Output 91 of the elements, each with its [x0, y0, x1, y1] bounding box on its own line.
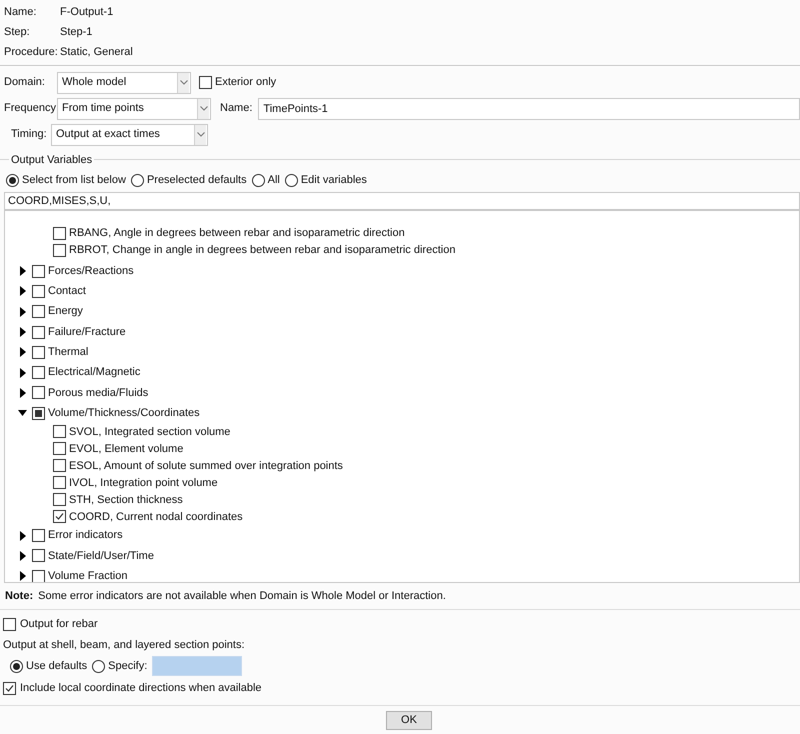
tree-item[interactable]: COORD, Current nodal coordinates: [69, 508, 243, 526]
checkbox[interactable]: [53, 476, 66, 490]
name-field[interactable]: TimePoints-1: [258, 98, 800, 120]
dropdown[interactable]: Whole model: [57, 72, 191, 94]
tree-item[interactable]: Thermal: [48, 344, 88, 361]
note-label: Note:: [5, 588, 34, 604]
tree-item[interactable]: EVOL, Element volume: [69, 440, 184, 458]
tree-item[interactable]: Forces/Reactions: [48, 262, 134, 280]
caret-icon[interactable]: [18, 368, 27, 378]
caret-icon[interactable]: [18, 266, 27, 276]
tree-item[interactable]: Contact: [48, 283, 86, 300]
field-label: Domain:: [4, 75, 46, 90]
tree-item[interactable]: ESOL, Amount of solute summed over integration points: [69, 458, 343, 474]
field-label: Timing:: [11, 127, 48, 142]
checkbox[interactable]: [32, 406, 45, 420]
caret-icon[interactable]: [18, 286, 27, 296]
chevron-down-icon: [196, 132, 204, 137]
field-label: Step:: [4, 24, 31, 40]
checkbox[interactable]: [53, 493, 66, 506]
tree-item[interactable]: Volume Fraction: [48, 568, 128, 582]
radio-label: Edit variables: [300, 172, 367, 188]
checkbox[interactable]: [3, 618, 16, 630]
checkbox[interactable]: [32, 570, 45, 582]
tree-item[interactable]: RBANG, Angle in degrees between rebar and isoparametric direction: [69, 225, 405, 242]
field-value: Step-1: [60, 24, 92, 40]
checkbox-label: Exterior only: [215, 75, 276, 90]
checkbox[interactable]: [32, 366, 45, 380]
tree-item[interactable]: Volume/Thickness/Coordinates: [48, 404, 200, 422]
checkbox-label: Include local coordinate directions when available: [20, 680, 262, 696]
radio-button[interactable]: [10, 660, 23, 672]
caret-icon[interactable]: [18, 571, 27, 582]
caret-icon[interactable]: [18, 347, 27, 358]
tree-item[interactable]: State/Field/User/Time: [48, 548, 154, 564]
checkbox[interactable]: [53, 459, 66, 472]
ok-button[interactable]: OK: [386, 711, 432, 730]
checkbox[interactable]: [32, 386, 45, 400]
tree-item[interactable]: Porous media/Fluids: [48, 384, 148, 402]
checkbox-label: Output for rebar: [20, 616, 98, 632]
section-label: Output at shell, beam, and layered section points:: [2, 638, 246, 653]
tree-item[interactable]: RBROT, Change in angle in degrees between rebar and isoparametric direction: [69, 242, 456, 259]
tree-item[interactable]: Energy: [48, 303, 83, 320]
checkbox[interactable]: [53, 425, 66, 438]
tree-item[interactable]: IVOL, Integration point volume: [69, 474, 218, 492]
radio-label: Specify:: [108, 658, 148, 674]
field-label: Procedure:: [4, 44, 59, 60]
checkbox[interactable]: [53, 510, 66, 524]
variables-field[interactable]: COORD,MISES,S,U,: [4, 192, 800, 210]
tree-item[interactable]: SVOL, Integrated section volume: [69, 424, 230, 440]
note-text: Some error indicators are not available when Domain is Whole Model or Interaction.: [38, 588, 446, 604]
radio-label: All: [268, 172, 280, 188]
field-value: Static, General: [60, 44, 133, 60]
caret-icon[interactable]: [18, 306, 27, 317]
field-label: Name:: [4, 4, 38, 20]
dropdown[interactable]: From time points: [57, 98, 211, 120]
checkbox[interactable]: [32, 529, 45, 542]
checkbox[interactable]: [32, 305, 45, 318]
radio-button[interactable]: [130, 174, 144, 186]
chevron-down-icon: [180, 80, 188, 85]
checkbox[interactable]: [199, 76, 212, 89]
radio-button[interactable]: [6, 174, 19, 186]
tree-item[interactable]: Failure/Fracture: [48, 324, 126, 340]
caret-icon[interactable]: [18, 327, 27, 338]
checkbox[interactable]: [32, 284, 45, 298]
chevron-down-icon: [200, 106, 208, 111]
radio-label: Select from list below: [22, 172, 126, 188]
field-label: Frequency:: [4, 101, 57, 116]
field-label: Name:: [220, 101, 252, 116]
dropdown[interactable]: Output at exact times: [51, 124, 208, 146]
checkbox[interactable]: [32, 264, 45, 278]
tree-item[interactable]: Error indicators: [48, 527, 123, 544]
caret-icon[interactable]: [18, 408, 27, 418]
tree-item[interactable]: STH, Section thickness: [69, 492, 183, 508]
checkbox[interactable]: [32, 346, 45, 359]
group-title: Output Variables: [9, 152, 94, 168]
checkbox[interactable]: [32, 326, 45, 339]
specify-field[interactable]: [152, 656, 242, 676]
caret-icon[interactable]: [18, 550, 27, 561]
checkbox[interactable]: [53, 227, 66, 240]
radio-button[interactable]: [252, 174, 265, 186]
radio-button[interactable]: [284, 174, 298, 186]
caret-icon[interactable]: [18, 388, 27, 398]
radio-button[interactable]: [92, 660, 106, 672]
checkbox[interactable]: [53, 244, 66, 257]
tree-item[interactable]: Electrical/Magnetic: [48, 364, 140, 381]
radio-label: Use defaults: [26, 658, 88, 674]
checkbox[interactable]: [53, 442, 66, 456]
caret-icon[interactable]: [18, 530, 27, 541]
radio-label: Preselected defaults: [146, 172, 247, 188]
field-value: F-Output-1: [60, 4, 114, 20]
checkbox[interactable]: [32, 549, 45, 562]
checkbox[interactable]: [3, 682, 16, 694]
